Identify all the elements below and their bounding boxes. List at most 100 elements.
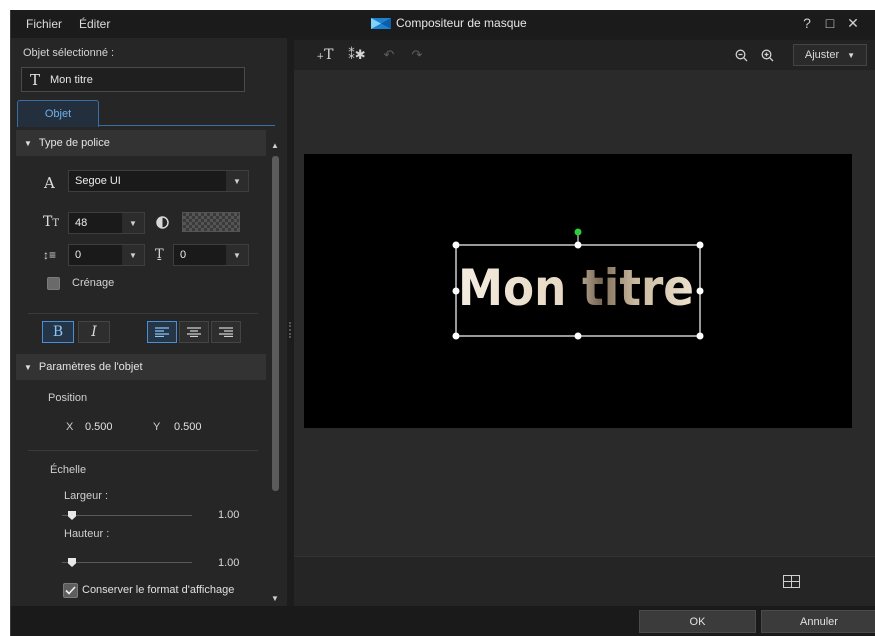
window-title: Compositeur de masque bbox=[396, 16, 527, 30]
scroll-down-icon[interactable]: ▼ bbox=[271, 594, 279, 603]
object-section-header[interactable]: ▼ Paramètres de l'objet bbox=[16, 354, 266, 380]
resize-handle-left[interactable] bbox=[452, 287, 460, 295]
mask-composer-window: Fichier Éditer Compositeur de masque ? □… bbox=[10, 10, 875, 636]
particle-effect-icon: ⁑✱ bbox=[348, 47, 366, 62]
height-slider-handle[interactable] bbox=[68, 558, 76, 567]
window-title-group: Compositeur de masque bbox=[371, 14, 527, 32]
width-value: 1.00 bbox=[218, 509, 240, 521]
redo-icon: ↷ bbox=[411, 47, 423, 62]
add-text-icon: +T bbox=[316, 47, 334, 63]
chevron-down-icon: ▼ bbox=[226, 245, 248, 265]
collapse-triangle-icon: ▼ bbox=[24, 138, 32, 148]
chevron-down-icon: ▼ bbox=[226, 171, 248, 191]
position-label: Position bbox=[48, 392, 88, 404]
resize-handle-top[interactable] bbox=[574, 241, 582, 249]
canvas-title-text[interactable]: Mon titre bbox=[458, 259, 694, 317]
undo-button[interactable]: ↶ bbox=[378, 44, 400, 66]
width-label: Largeur : bbox=[64, 490, 109, 502]
align-center-button[interactable] bbox=[179, 321, 209, 343]
ok-button[interactable]: OK bbox=[639, 610, 756, 633]
align-left-button[interactable] bbox=[147, 321, 177, 343]
align-center-icon bbox=[187, 327, 201, 337]
rotate-handle[interactable] bbox=[574, 228, 582, 236]
properties-panel: Objet sélectionné : T Mon titre Objet ▼ … bbox=[11, 38, 287, 606]
resize-handle-right[interactable] bbox=[696, 287, 704, 295]
menu-editer[interactable]: Éditer bbox=[79, 17, 110, 31]
x-label: X bbox=[66, 421, 74, 433]
undo-icon: ↶ bbox=[383, 47, 395, 62]
chevron-down-icon: ▼ bbox=[122, 213, 144, 233]
text-color-swatch[interactable] bbox=[182, 212, 240, 232]
object-section-title: Paramètres de l'objet bbox=[38, 361, 143, 373]
font-size-dropdown[interactable]: 48 ▼ bbox=[68, 212, 145, 234]
font-icon: A bbox=[44, 174, 55, 192]
selected-object-value: Mon titre bbox=[50, 73, 93, 86]
line-spacing-icon: ↕≡ bbox=[43, 248, 57, 262]
align-right-button[interactable] bbox=[211, 321, 241, 343]
tab-objet[interactable]: Objet bbox=[17, 100, 99, 127]
height-slider-track[interactable] bbox=[62, 562, 192, 563]
height-value: 1.00 bbox=[218, 557, 240, 569]
app-logo-icon bbox=[371, 17, 391, 29]
preview-canvas[interactable]: Mon titre bbox=[304, 154, 852, 428]
tab-bar: Objet bbox=[17, 100, 275, 127]
help-button[interactable]: ? bbox=[798, 15, 816, 31]
title-bar: Fichier Éditer Compositeur de masque ? □… bbox=[11, 10, 875, 38]
font-family-value: Segoe UI bbox=[75, 175, 121, 187]
height-label: Hauteur : bbox=[64, 528, 110, 540]
workspace: Mon titre bbox=[294, 70, 875, 556]
dialog-footer: OK Annuler bbox=[11, 606, 875, 636]
scrollbar-thumb[interactable] bbox=[272, 156, 279, 491]
font-family-dropdown[interactable]: Segoe UI ▼ bbox=[68, 170, 249, 192]
properties-scrollbar[interactable]: ▲ ▼ bbox=[270, 138, 282, 606]
chevron-down-icon: ▼ bbox=[122, 245, 144, 265]
align-right-icon bbox=[219, 327, 233, 337]
add-particle-button[interactable]: ⁑✱ bbox=[344, 44, 370, 66]
char-spacing-value: 0 bbox=[180, 249, 187, 261]
cancel-button[interactable]: Annuler bbox=[761, 610, 875, 633]
grid-lines-icon[interactable] bbox=[783, 575, 800, 588]
selected-object-label: Objet sélectionné : bbox=[23, 47, 115, 59]
line-spacing-value: 0 bbox=[75, 249, 82, 261]
close-button[interactable]: ✕ bbox=[844, 15, 862, 32]
checkmark-icon bbox=[65, 586, 76, 595]
kerning-checkbox[interactable] bbox=[47, 277, 60, 290]
char-spacing-dropdown[interactable]: 0 ▼ bbox=[173, 244, 249, 266]
font-size-icon: TT bbox=[43, 214, 60, 230]
y-label: Y bbox=[153, 421, 161, 433]
zoom-out-button[interactable] bbox=[730, 44, 752, 66]
font-section-header[interactable]: ▼ Type de police bbox=[16, 130, 266, 156]
fit-dropdown[interactable]: Ajuster ▼ bbox=[793, 44, 867, 66]
zoom-in-button[interactable] bbox=[756, 44, 778, 66]
width-slider-track[interactable] bbox=[62, 515, 192, 516]
add-text-button[interactable]: +T bbox=[312, 44, 338, 66]
resize-handle-bottom[interactable] bbox=[574, 332, 582, 340]
redo-button[interactable]: ↷ bbox=[406, 44, 428, 66]
properties-scroll-area: ▼ Type de police A Segoe UI ▼ TT 48 ▼ ↕≡… bbox=[16, 128, 266, 606]
resize-handle-top-left[interactable] bbox=[452, 241, 460, 249]
zoom-in-icon bbox=[761, 49, 773, 61]
divider bbox=[28, 450, 258, 451]
panel-splitter[interactable] bbox=[287, 38, 294, 606]
align-left-icon bbox=[155, 327, 169, 337]
divider bbox=[28, 313, 258, 314]
canvas-bottom-bar bbox=[294, 556, 875, 606]
chevron-down-icon: ▼ bbox=[847, 50, 856, 60]
canvas-preview-svg: Mon titre bbox=[452, 228, 704, 340]
y-value[interactable]: 0.500 bbox=[174, 421, 202, 433]
splitter-grip-icon bbox=[289, 322, 291, 338]
width-slider-handle[interactable] bbox=[68, 511, 76, 520]
maximize-button[interactable]: □ bbox=[821, 15, 839, 31]
line-spacing-dropdown[interactable]: 0 ▼ bbox=[68, 244, 145, 266]
x-value[interactable]: 0.500 bbox=[85, 421, 113, 433]
menu-fichier[interactable]: Fichier bbox=[26, 17, 62, 31]
scroll-up-icon[interactable]: ▲ bbox=[271, 141, 279, 150]
italic-button[interactable]: I bbox=[78, 321, 110, 343]
resize-handle-top-right[interactable] bbox=[696, 241, 704, 249]
bold-button[interactable]: B bbox=[42, 321, 74, 343]
resize-handle-bottom-right[interactable] bbox=[696, 332, 704, 340]
keep-ratio-checkbox[interactable] bbox=[63, 583, 78, 598]
font-section-title: Type de police bbox=[38, 137, 110, 149]
selected-object-field[interactable]: T Mon titre bbox=[21, 67, 245, 92]
resize-handle-bottom-left[interactable] bbox=[452, 332, 460, 340]
